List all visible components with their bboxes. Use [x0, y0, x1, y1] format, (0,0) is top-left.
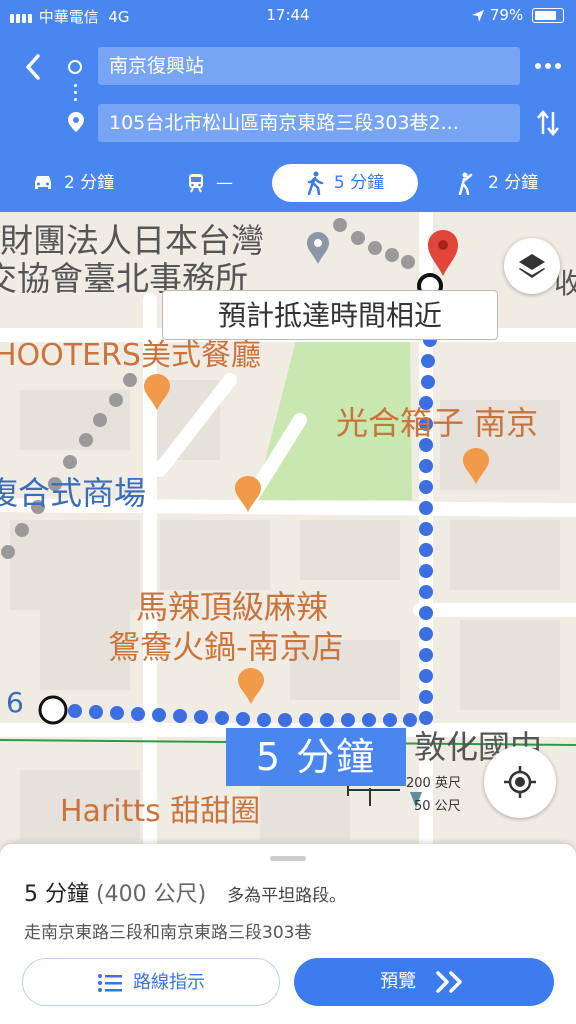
drag-handle[interactable] [270, 856, 306, 861]
summary-note: 多為平坦路段。 [227, 886, 347, 906]
route-summary-sheet: 5 分鐘 (400 公尺) 多為平坦路段。 走南京東路三段和南京東路三段303巷… [0, 844, 576, 1024]
battery-percent: 79% [489, 6, 524, 24]
back-arrow-icon[interactable] [20, 50, 48, 84]
tab-driving[interactable]: 2 分鐘 [32, 164, 114, 202]
swap-direction-icon[interactable] [534, 108, 562, 138]
destination-input[interactable]: 105台北市松山區南京東路三段303巷2... [98, 104, 520, 142]
preview-button[interactable]: 預覽 [294, 958, 554, 1006]
rideshare-icon [458, 172, 473, 196]
route-duration-tag[interactable]: 5 分鐘 [226, 728, 406, 786]
battery-info: 79% [471, 6, 564, 24]
location-arrow-icon [472, 9, 485, 22]
route-summary: 5 分鐘 (400 公尺) 多為平坦路段。 [24, 876, 346, 908]
transit-icon [189, 174, 203, 193]
tab-driving-label: 2 分鐘 [64, 173, 115, 193]
status-bar: 中華電信 4G 17:44 79% [0, 0, 576, 32]
tab-walking-label: 5 分鐘 [333, 173, 385, 193]
poi-label-mala-2[interactable]: 鴛鴦火鍋-南京店 [108, 622, 344, 668]
summary-distance: (400 公尺) [96, 882, 207, 907]
walk-icon [307, 171, 324, 196]
layers-icon [519, 254, 545, 278]
travel-mode-tabs: 2 分鐘 — 5 分鐘 2 分鐘 [0, 160, 576, 206]
poi-label-mall[interactable]: 復合式商場 [0, 468, 146, 514]
route-via-text: 走南京東路三段和南京東路三段303巷 [24, 923, 312, 943]
more-options-icon[interactable] [534, 60, 562, 72]
crosshair-icon [504, 766, 536, 798]
tab-rideshare-label: 2 分鐘 [488, 173, 539, 193]
car-icon [35, 176, 51, 189]
destination-pin-icon [68, 112, 84, 132]
eta-callout: 預計抵達時間相近 [162, 290, 498, 340]
origin-input[interactable]: 南京復興站 [98, 47, 520, 85]
route-header: 中華電信 4G 17:44 79% 南京復興站 105台北市松山區南京東路三段3… [0, 0, 576, 212]
origin-circle-icon [68, 60, 82, 74]
tab-rideshare[interactable]: 2 分鐘 [456, 164, 538, 202]
scale-feet: 200 英尺 [406, 776, 461, 791]
route-connector-dots [74, 84, 78, 105]
my-location-button[interactable] [484, 746, 556, 818]
steps-button[interactable]: 路線指示 [22, 958, 280, 1006]
layers-button[interactable] [504, 238, 560, 294]
edge-label-6: 6 [6, 686, 24, 719]
double-chevron-icon [436, 971, 462, 993]
preview-button-label: 預覽 [380, 971, 417, 992]
tab-walking[interactable]: 5 分鐘 [272, 164, 418, 202]
steps-button-label: 路線指示 [133, 972, 205, 993]
summary-time: 5 分鐘 [24, 882, 89, 907]
tab-transit[interactable]: — [186, 164, 233, 202]
list-icon [98, 974, 122, 992]
poi-label-haritts[interactable]: Haritts 甜甜圈 [60, 786, 260, 830]
tab-transit-label: — [216, 173, 233, 193]
poi-label-guanghe[interactable]: 光合箱子 南京 [336, 398, 538, 444]
battery-icon [532, 8, 564, 23]
scale-meters: 50 公尺 [414, 799, 461, 814]
